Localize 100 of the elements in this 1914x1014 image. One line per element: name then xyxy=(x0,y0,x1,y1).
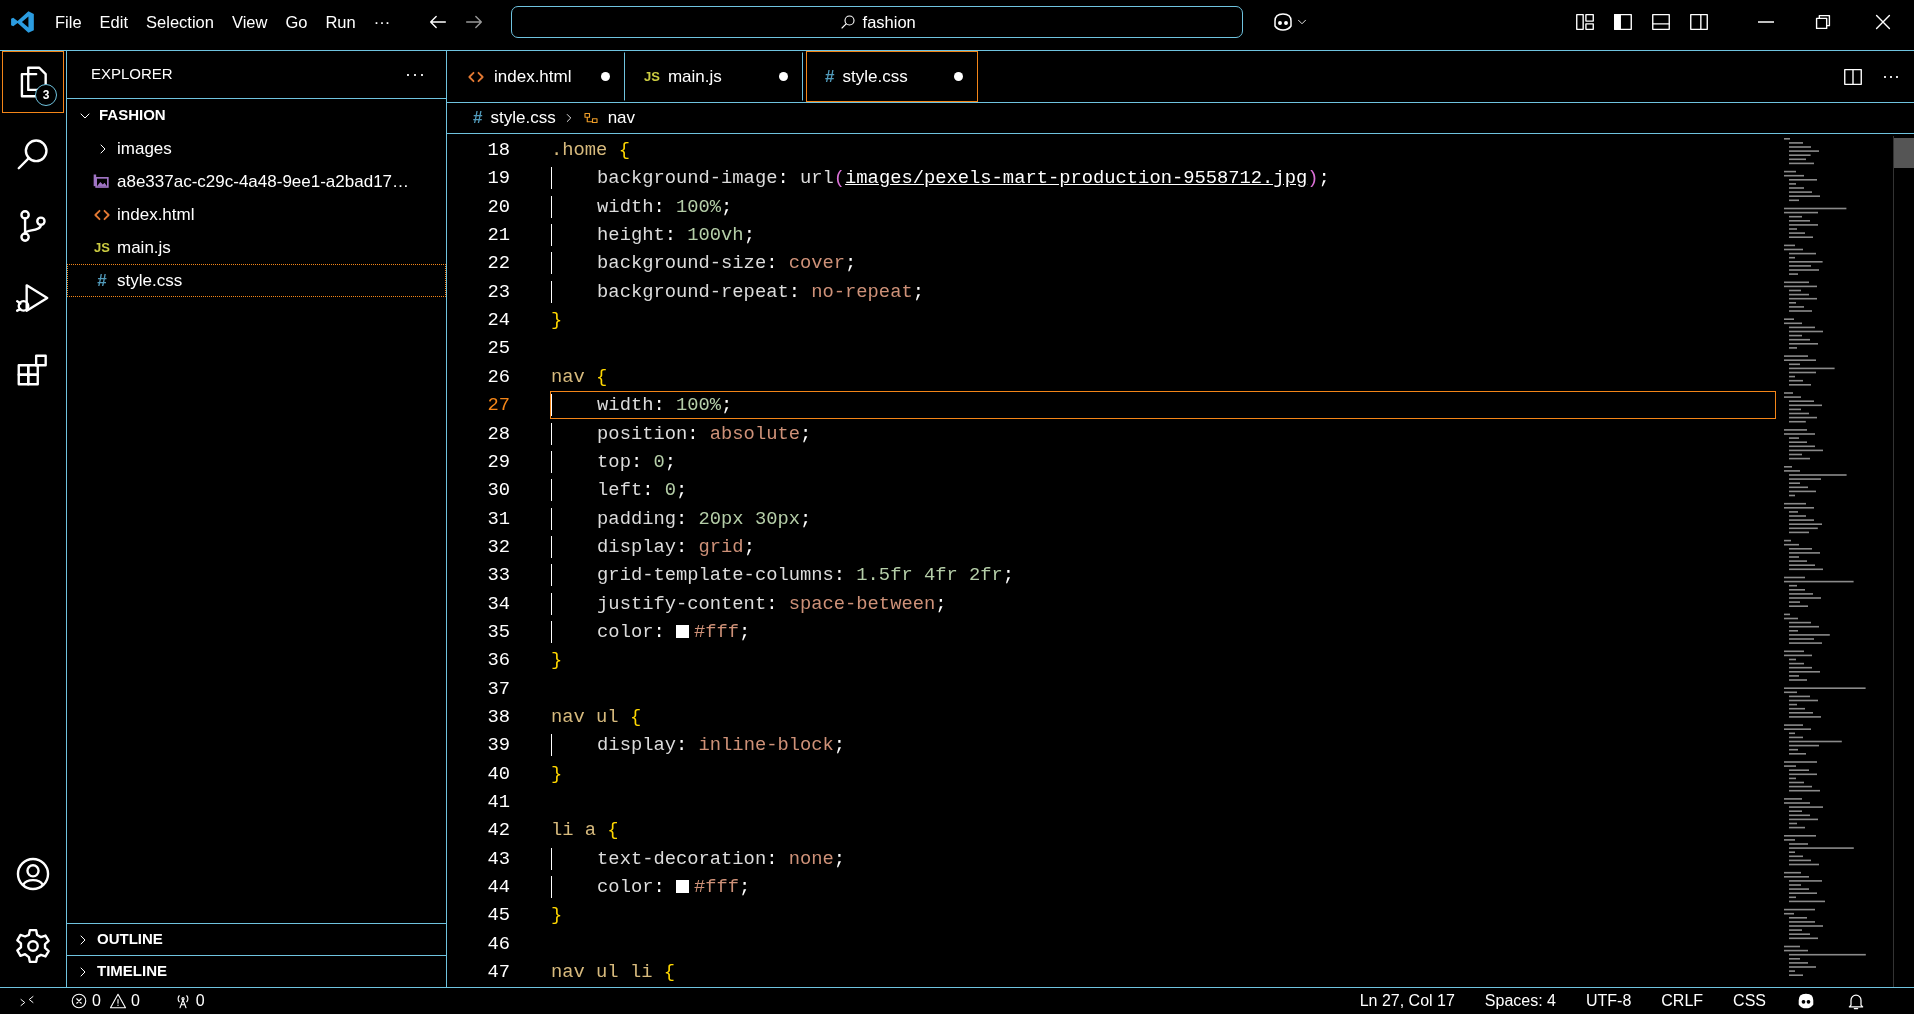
status-item[interactable]: Ln 27, Col 17 xyxy=(1351,988,1463,1014)
explorer-entry[interactable]: index.html xyxy=(67,198,446,231)
sidebar-icon xyxy=(1688,11,1710,33)
warning-icon xyxy=(108,992,127,1010)
code-line: left: 0; xyxy=(551,476,688,505)
line-number: 34 xyxy=(486,591,511,617)
line-number: 32 xyxy=(486,534,511,560)
status-item[interactable]: Spaces: 4 xyxy=(1476,988,1564,1014)
sidebar-title: EXPLORER xyxy=(91,64,173,85)
css-file-icon: # xyxy=(825,63,835,90)
editor-tab[interactable]: index.html xyxy=(447,52,625,101)
line-number: 33 xyxy=(486,563,511,589)
status-item[interactable]: CRLF xyxy=(1653,988,1712,1014)
code-line: background-image: url(images/pexels-mart-production-9558712.jpg); xyxy=(551,164,1330,193)
error-icon xyxy=(70,992,88,1010)
warnings-button[interactable]: 0 xyxy=(108,988,148,1014)
line-number: 35 xyxy=(486,619,511,645)
js-file-icon: JS xyxy=(644,66,660,87)
code-line: nav ul li { xyxy=(551,960,675,986)
line-number: 27 xyxy=(486,393,511,419)
color-swatch[interactable] xyxy=(676,624,689,638)
code-line: } xyxy=(551,761,563,787)
code-line: nav { xyxy=(551,364,608,390)
minimize-icon xyxy=(1758,21,1774,23)
menu-item[interactable]: Run xyxy=(316,9,365,35)
explorer-entry[interactable]: a8e337ac-c29c-4a48-9ee1-a2bad17… xyxy=(67,165,446,198)
folder-header[interactable]: FASHION xyxy=(67,99,446,132)
breadcrumb-item[interactable]: nav xyxy=(581,105,636,131)
line-number: 18 xyxy=(486,138,511,164)
code-line: width: 100%; xyxy=(551,192,733,221)
search-field[interactable]: fashion xyxy=(511,6,1244,38)
color-swatch[interactable] xyxy=(676,880,689,893)
settings-icon xyxy=(14,927,52,965)
more-menu-button[interactable]: ··· xyxy=(364,9,400,35)
js-file-icon: JS xyxy=(94,237,110,258)
layout-button[interactable] xyxy=(1574,11,1596,33)
explorer-entry[interactable]: # style.css xyxy=(67,264,446,297)
status-item[interactable]: UTF-8 xyxy=(1578,988,1640,1014)
line-number: 30 xyxy=(486,478,511,504)
line-number: 37 xyxy=(486,676,511,702)
line-number: 40 xyxy=(486,761,511,787)
line-number: 31 xyxy=(486,506,511,532)
menu-item[interactable]: File xyxy=(46,9,91,35)
code-line: } xyxy=(551,648,563,674)
line-number: 39 xyxy=(486,733,511,759)
menu-item[interactable]: Go xyxy=(276,9,317,35)
sidebar-icon xyxy=(1612,11,1634,33)
line-number: 19 xyxy=(486,166,511,192)
explorer-folder[interactable]: images xyxy=(67,132,446,165)
code-line: top: 0; xyxy=(551,447,676,477)
code-line: height: 100vh; xyxy=(551,221,755,250)
copilot-icon xyxy=(1796,991,1816,1011)
editor-tab[interactable]: JS main.js xyxy=(625,52,803,101)
section-header[interactable]: OUTLINE xyxy=(67,923,446,955)
line-number: 26 xyxy=(486,364,511,390)
line-number: 21 xyxy=(486,223,511,249)
toggle-sidebar-button[interactable] xyxy=(1612,11,1634,33)
more-actions-button[interactable]: ··· xyxy=(1882,63,1900,90)
code-line: background-size: cover; xyxy=(551,249,857,278)
code-line: display: grid; xyxy=(551,532,755,562)
line-number: 24 xyxy=(486,308,511,334)
code-line: background-repeat: no-repeat; xyxy=(551,277,924,306)
code-line: padding: 20px 30px; xyxy=(551,504,812,533)
line-number: 47 xyxy=(486,960,511,986)
css-file-icon: # xyxy=(473,105,483,131)
more-actions-button[interactable]: ··· xyxy=(405,61,426,88)
menu-item[interactable]: View xyxy=(222,9,277,35)
line-number: 45 xyxy=(486,903,511,929)
panel-icon xyxy=(1650,11,1672,33)
line-number: 38 xyxy=(486,704,511,730)
code-line: } xyxy=(551,903,563,929)
ports-button[interactable]: 0 xyxy=(165,988,213,1014)
line-number: 29 xyxy=(486,449,511,475)
code-line: text-decoration: none; xyxy=(551,844,846,873)
code-line: grid-template-columns: 1.5fr 4fr 2fr; xyxy=(551,561,1015,590)
explorer-entry[interactable]: JS main.js xyxy=(67,231,446,264)
menu-item[interactable]: Edit xyxy=(90,9,138,35)
code-line: li a { xyxy=(551,818,619,844)
line-number: 23 xyxy=(486,279,511,305)
errors-button[interactable]: 0 xyxy=(62,988,109,1014)
code-line: nav ul { xyxy=(551,704,642,730)
css-file-icon: # xyxy=(97,267,107,294)
line-number: 43 xyxy=(486,846,511,872)
line-number: 42 xyxy=(486,818,511,844)
scrollbar-thumb[interactable] xyxy=(1894,138,1914,168)
code-line: display: inline-block; xyxy=(551,731,846,760)
code-line: .home { xyxy=(551,138,630,164)
toggle-panel-button[interactable] xyxy=(1650,11,1672,33)
line-number: 44 xyxy=(486,875,511,900)
editor-tab[interactable]: # style.css xyxy=(806,51,978,102)
status-item[interactable]: CSS xyxy=(1725,988,1774,1014)
layout-icon xyxy=(1574,11,1596,33)
breadcrumb-item[interactable]: # style.css xyxy=(473,105,556,131)
line-number: 25 xyxy=(486,336,511,362)
code-line: width: 100%; xyxy=(551,391,733,420)
activity-bar-item[interactable]: 3 xyxy=(2,51,64,113)
code-line: } xyxy=(551,308,563,334)
section-header[interactable]: TIMELINE xyxy=(67,955,446,987)
toggle-secondary-sidebar-button[interactable] xyxy=(1688,11,1710,33)
menu-item[interactable]: Selection xyxy=(137,9,223,35)
